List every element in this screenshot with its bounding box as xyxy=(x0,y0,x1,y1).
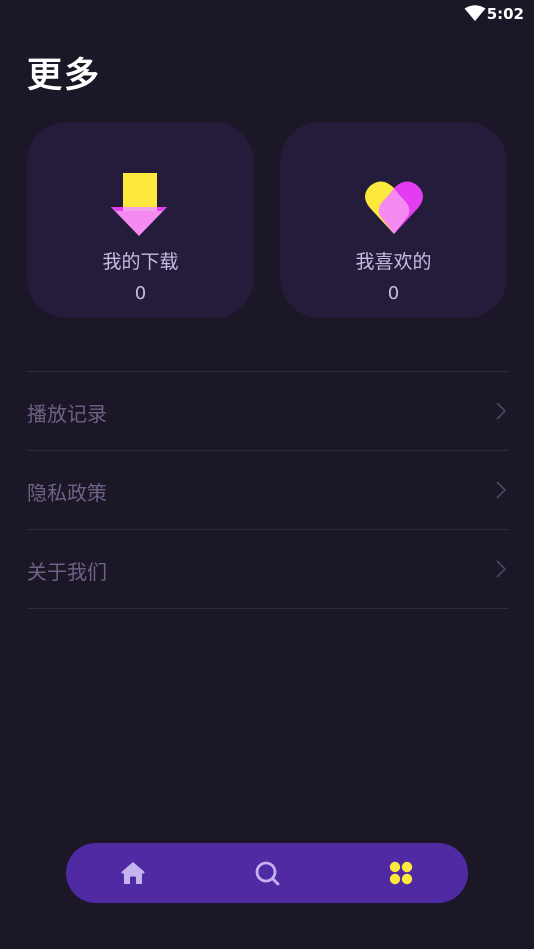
status-time: 5:02 xyxy=(486,5,524,23)
more-screen: 5:02 更多 我的下载 0 我喜欢的 0 播放记录 隐私政策 关于我们 xyxy=(0,0,534,949)
status-bar: 5:02 xyxy=(0,0,534,30)
nav-search-button[interactable] xyxy=(237,843,297,903)
nav-more-button[interactable] xyxy=(371,843,431,903)
menu-item-label: 播放记录 xyxy=(27,402,107,426)
bottom-nav xyxy=(66,843,468,903)
grid-icon xyxy=(389,861,413,885)
chevron-right-icon xyxy=(496,560,506,578)
page-title: 更多 xyxy=(27,56,102,96)
search-icon xyxy=(255,861,280,886)
chevron-right-icon xyxy=(496,481,506,499)
menu-item-label: 关于我们 xyxy=(27,560,107,584)
menu-item-about-us[interactable]: 关于我们 xyxy=(27,530,508,609)
wifi-icon xyxy=(464,5,486,21)
menu-item-privacy-policy[interactable]: 隐私政策 xyxy=(27,451,508,530)
menu-list: 播放记录 隐私政策 关于我们 xyxy=(27,371,508,609)
downloads-card[interactable]: 我的下载 0 xyxy=(27,122,254,318)
favorites-label: 我喜欢的 xyxy=(355,251,432,273)
nav-home-button[interactable] xyxy=(103,843,163,903)
home-icon xyxy=(121,862,145,884)
menu-item-play-history[interactable]: 播放记录 xyxy=(27,372,508,451)
favorites-count: 0 xyxy=(387,283,400,304)
favorites-card[interactable]: 我喜欢的 0 xyxy=(280,122,507,318)
heart-icon xyxy=(365,181,423,234)
chevron-right-icon xyxy=(496,402,506,420)
menu-item-label: 隐私政策 xyxy=(27,481,107,505)
downloads-count: 0 xyxy=(134,283,147,304)
download-arrow-icon xyxy=(111,173,167,236)
downloads-label: 我的下载 xyxy=(102,251,179,273)
